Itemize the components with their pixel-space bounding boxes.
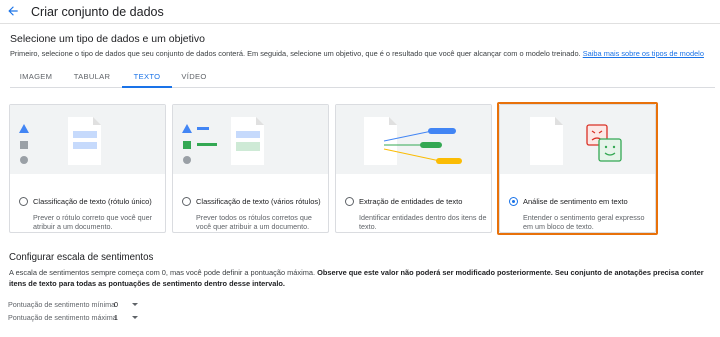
- section-description-text: Primeiro, selecione o tipo de dados que …: [10, 49, 581, 58]
- document-icon: [530, 117, 563, 165]
- section-description: Primeiro, selecione o tipo de dados que …: [10, 49, 715, 58]
- shapes-icon: [19, 124, 29, 164]
- chevron-down-icon[interactable]: [132, 303, 138, 306]
- max-score-label: Pontuação de sentimento máxima: [8, 313, 117, 322]
- radio-button[interactable]: [345, 197, 354, 206]
- radio-button[interactable]: [19, 197, 28, 206]
- min-score-label: Pontuação de sentimento mínima: [8, 300, 116, 309]
- card-title: Classificação de texto (rótulo único): [33, 197, 152, 206]
- card-description: Prever todos os rótulos corretos que voc…: [196, 213, 312, 231]
- tab-imagem[interactable]: IMAGEM: [10, 72, 62, 88]
- card-description: Prever o rótulo correto que você quer at…: [33, 213, 153, 231]
- card-description: Identificar entidades dentro dos itens d…: [359, 213, 487, 231]
- radio-button-selected[interactable]: [509, 197, 518, 206]
- objective-card-single-label[interactable]: Classificação de texto (rótulo único) Pr…: [9, 104, 166, 233]
- tab-tabular[interactable]: TABULAR: [64, 72, 120, 88]
- card-title: Análise de sentimento em texto: [523, 197, 628, 206]
- top-bar: Criar conjunto de dados: [0, 0, 720, 24]
- sentiment-config-text: A escala de sentimentos sempre começa co…: [9, 268, 318, 277]
- sentiment-config-description: A escala de sentimentos sempre começa co…: [9, 267, 704, 289]
- card-title: Classificação de texto (vários rótulos): [196, 197, 321, 206]
- max-score-value[interactable]: 1: [114, 313, 118, 322]
- card-description: Entender o sentimento geral expresso em …: [523, 213, 645, 231]
- tab-video[interactable]: VÍDEO: [174, 72, 214, 88]
- card-illustration: [336, 105, 491, 174]
- arrow-back-icon[interactable]: [6, 4, 20, 18]
- chevron-down-icon[interactable]: [132, 316, 138, 319]
- document-icon: [68, 117, 101, 165]
- document-icon: [231, 117, 264, 165]
- card-illustration: [500, 105, 655, 174]
- entity-links-icon: [383, 128, 462, 164]
- labeled-shapes-icon: [182, 124, 217, 164]
- sentiment-config-title: Configurar escala de sentimentos: [9, 252, 154, 263]
- data-type-tabs: IMAGEM TABULAR TEXTO VÍDEO: [10, 68, 715, 88]
- min-score-row: Pontuação de sentimento mínima 0: [8, 300, 148, 311]
- max-score-row: Pontuação de sentimento máxima 1: [8, 313, 148, 324]
- learn-more-link[interactable]: Saiba mais sobre os tipos de modelo: [583, 49, 704, 58]
- objective-card-sentiment-analysis[interactable]: Análise de sentimento em texto Entender …: [499, 104, 656, 233]
- page-title: Criar conjunto de dados: [31, 5, 164, 19]
- objective-card-multi-label[interactable]: Classificação de texto (vários rótulos) …: [172, 104, 329, 233]
- min-score-value[interactable]: 0: [114, 300, 118, 309]
- card-title: Extração de entidades de texto: [359, 197, 463, 206]
- radio-button[interactable]: [182, 197, 191, 206]
- card-illustration: [173, 105, 328, 174]
- card-illustration: [10, 105, 165, 174]
- section-title: Selecione um tipo de dados e um objetivo: [10, 33, 205, 45]
- tab-texto[interactable]: TEXTO: [122, 72, 172, 88]
- objective-card-entity-extraction[interactable]: Extração de entidades de texto Identific…: [335, 104, 492, 233]
- sentiment-faces-icon: [586, 124, 622, 162]
